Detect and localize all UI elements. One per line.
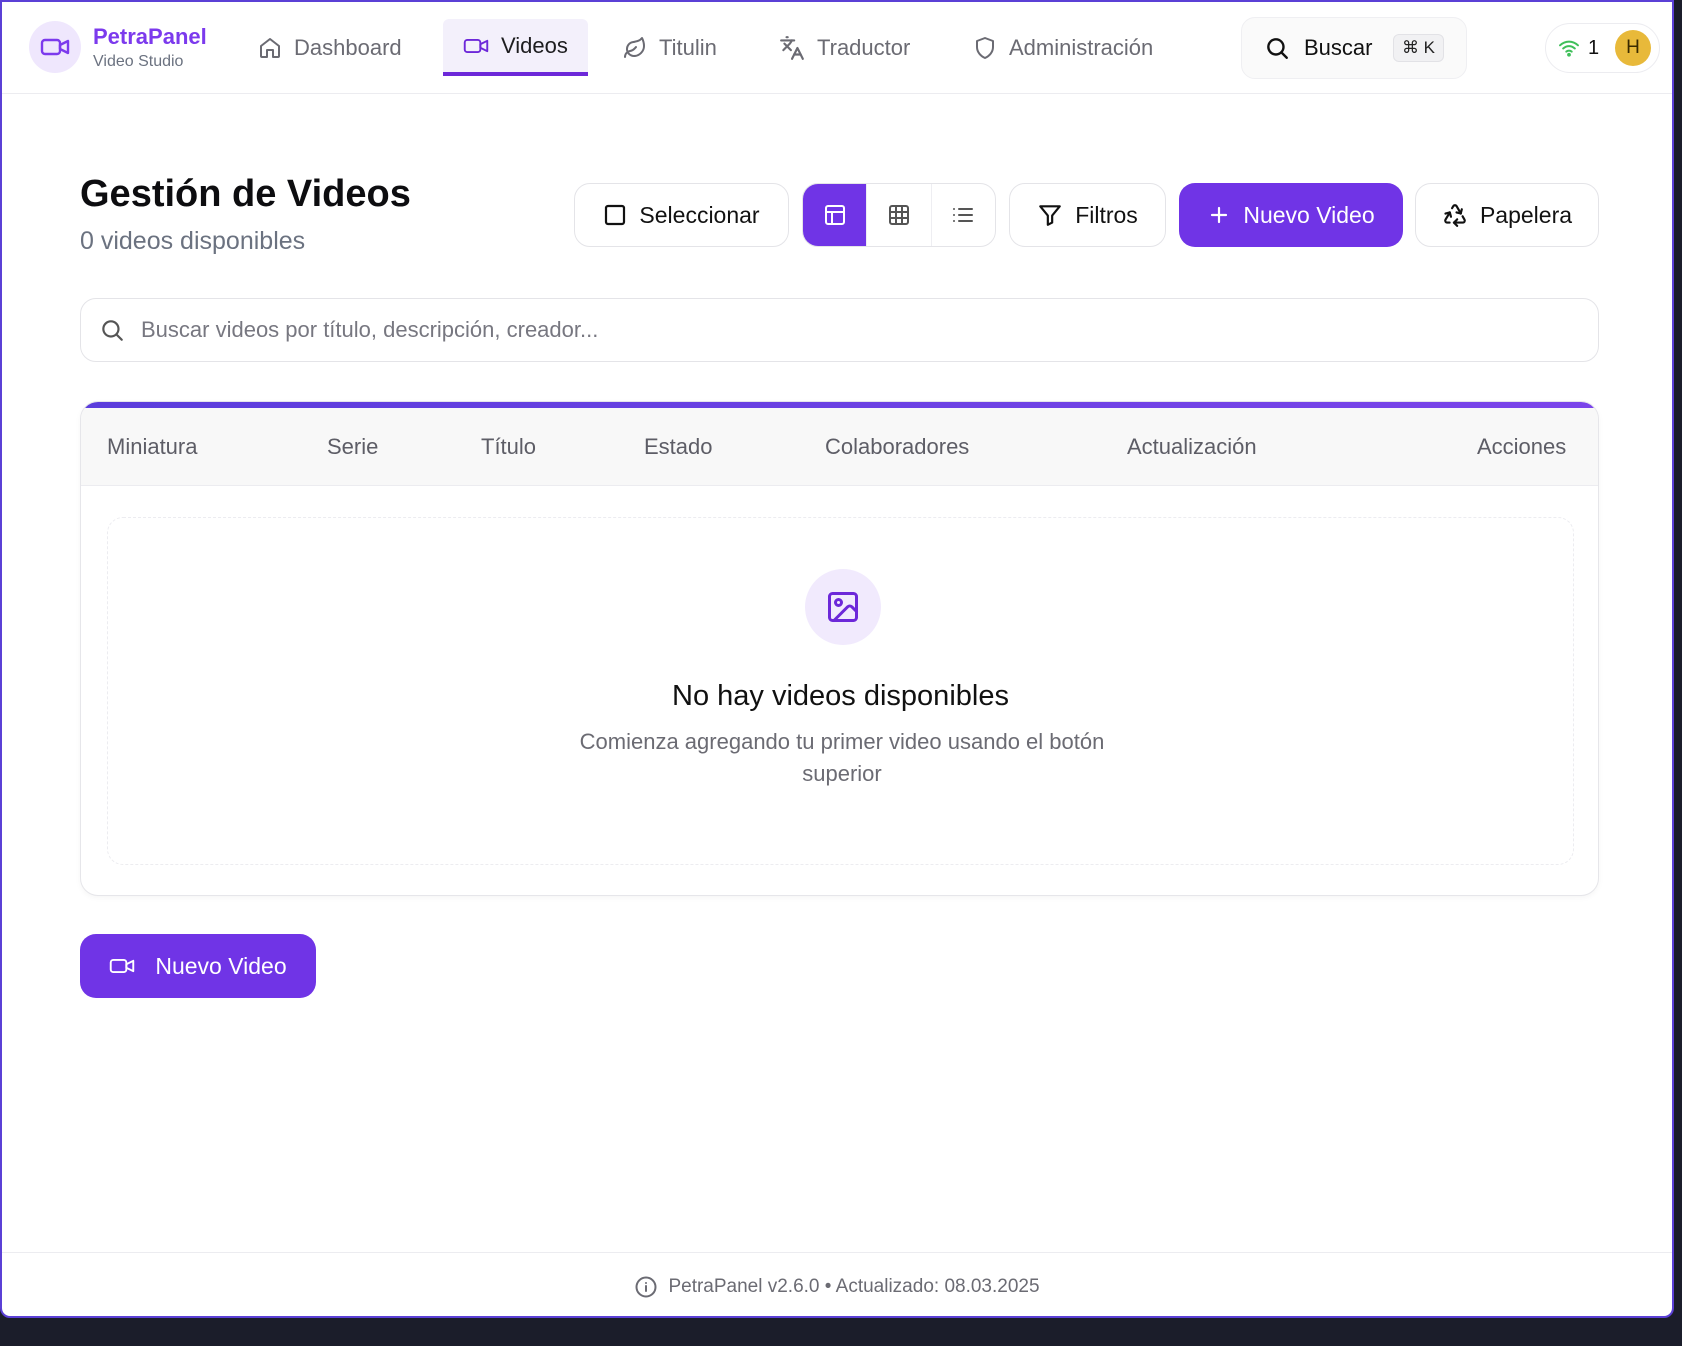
column-header-estado[interactable]: Estado: [644, 434, 713, 460]
select-button[interactable]: Seleccionar: [574, 183, 789, 247]
column-header-acciones: Acciones: [1477, 434, 1567, 459]
user-menu[interactable]: 1 H: [1545, 23, 1660, 73]
search-label: Buscar: [1304, 35, 1373, 60]
trash-label: Papelera: [1479, 201, 1573, 228]
select-label: Seleccionar: [639, 201, 760, 228]
recycle-icon: [1444, 204, 1466, 227]
list-view-button[interactable]: [932, 184, 995, 246]
nav-item-traductor[interactable]: Traductor: [759, 19, 930, 76]
nav-item-label: Dashboard: [294, 34, 402, 60]
nav-item-label: Titulin: [659, 34, 717, 60]
video-icon: [110, 958, 135, 974]
brand-logo[interactable]: [29, 21, 81, 73]
notification-count: 1: [1588, 36, 1600, 59]
footer-version-text: PetraPanel v2.6.0 • Actualizado: 08.03.2…: [668, 1275, 1040, 1297]
app-window: PetraPanel Video Studio Dashboard Videos…: [0, 0, 1674, 1318]
checkbox-icon: [605, 204, 626, 226]
global-search-button[interactable]: Buscar ⌘ K: [1241, 17, 1467, 79]
nav-item-administracion[interactable]: Administración: [953, 19, 1173, 76]
grid-icon: [888, 205, 909, 225]
video-count: 0 videos disponibles: [80, 227, 306, 255]
new-video-floating-label: Nuevo Video: [155, 952, 287, 979]
top-navigation-bar: PetraPanel Video Studio Dashboard Videos…: [2, 2, 1672, 94]
column-header-colaboradores[interactable]: Colaboradores: [825, 434, 969, 460]
wifi-icon: [1559, 40, 1579, 57]
empty-state: No hay videos disponibles Comienza agreg…: [107, 517, 1574, 865]
footer: PetraPanel v2.6.0 • Actualizado: 08.03.2…: [2, 1252, 1672, 1316]
video-search-input[interactable]: [141, 317, 1541, 343]
empty-state-description: Comienza agregando tu primer video usand…: [579, 729, 1105, 786]
empty-state-icon-circle: [805, 569, 881, 645]
video-icon: [40, 38, 70, 56]
plus-icon: [1211, 206, 1228, 224]
video-icon: [463, 38, 489, 53]
nav-item-label: Videos: [501, 32, 568, 58]
new-video-button[interactable]: Nuevo Video: [1179, 183, 1403, 247]
brand-name[interactable]: PetraPanel: [93, 24, 207, 50]
new-video-label: Nuevo Video: [1243, 201, 1375, 228]
image-icon: [828, 592, 858, 622]
grid-view-button[interactable]: [867, 184, 932, 246]
column-header-titulo[interactable]: Título: [481, 434, 536, 460]
keyboard-shortcut-badge: ⌘ K: [1392, 34, 1444, 62]
layout-icon: [824, 205, 845, 225]
translate-icon: [780, 35, 804, 60]
new-video-floating-button[interactable]: Nuevo Video: [80, 934, 316, 998]
list-icon: [953, 208, 974, 222]
home-icon: [260, 37, 280, 58]
avatar[interactable]: H: [1615, 30, 1651, 66]
table-header: Miniatura Serie Título Estado Colaborado…: [81, 408, 1598, 486]
nav-item-videos[interactable]: Videos: [443, 19, 588, 76]
table-view-button[interactable]: [803, 184, 868, 246]
column-header-serie[interactable]: Serie: [327, 434, 378, 460]
nav-item-dashboard[interactable]: Dashboard: [238, 19, 422, 76]
nav-item-titulin[interactable]: Titulin: [603, 19, 737, 76]
video-search-box: [80, 298, 1599, 362]
search-icon: [1267, 38, 1288, 59]
filters-button[interactable]: Filtros: [1009, 183, 1166, 247]
info-icon: [635, 1276, 657, 1297]
page-title: Gestión de Videos: [80, 173, 411, 215]
search-icon: [102, 320, 123, 341]
brand-subtitle: Video Studio: [93, 53, 184, 70]
filter-icon: [1039, 205, 1062, 226]
column-header-actualizacion[interactable]: Actualización: [1127, 434, 1257, 460]
leaf-icon: [624, 36, 645, 58]
shield-icon: [976, 36, 994, 59]
filters-label: Filtros: [1075, 201, 1138, 228]
empty-state-title: No hay videos disponibles: [672, 680, 1009, 712]
videos-table: Miniatura Serie Título Estado Colaborado…: [80, 401, 1599, 896]
nav-item-label: Administración: [1009, 34, 1154, 60]
trash-button[interactable]: Papelera: [1415, 183, 1599, 247]
column-header-miniatura[interactable]: Miniatura: [107, 434, 197, 460]
view-mode-toggle: [802, 183, 996, 247]
nav-item-label: Traductor: [817, 34, 911, 60]
